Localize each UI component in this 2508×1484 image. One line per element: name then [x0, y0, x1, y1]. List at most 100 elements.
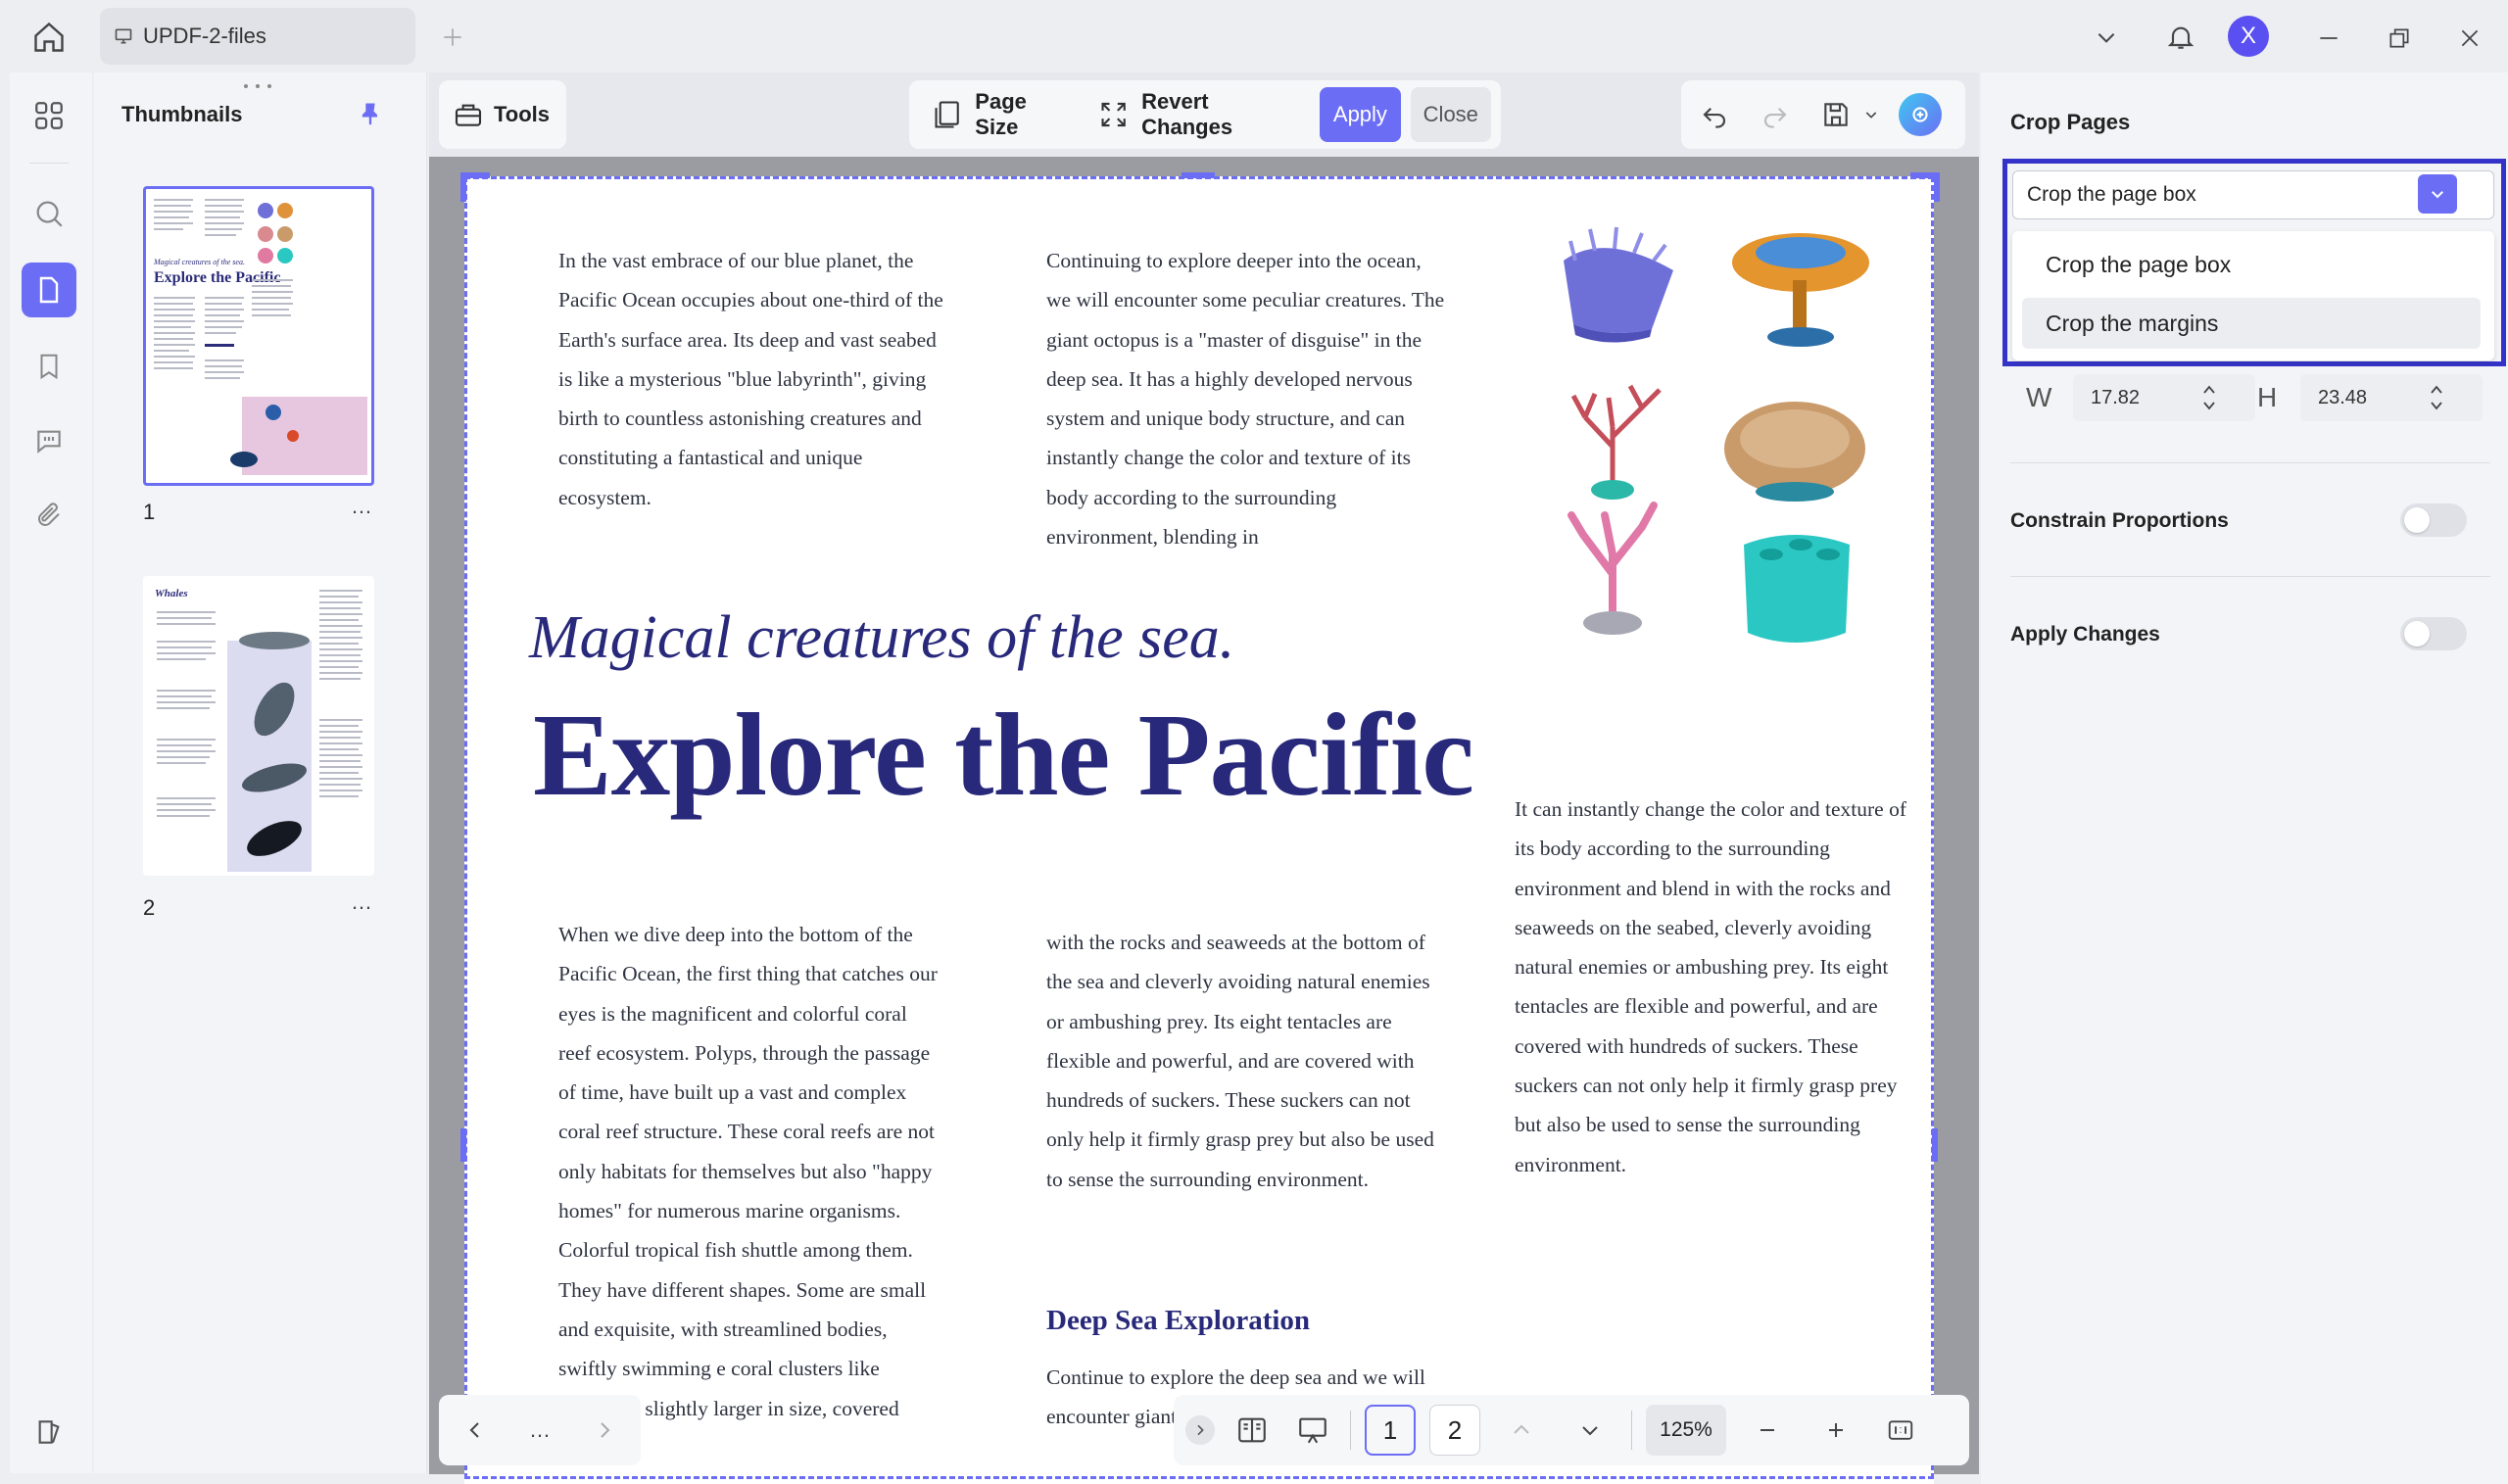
page-size-label: Page Size	[975, 89, 1027, 139]
undo-icon[interactable]	[1693, 93, 1736, 136]
zoom-level[interactable]: 125%	[1646, 1405, 1726, 1456]
page-1-button[interactable]: 1	[1365, 1405, 1416, 1456]
width-stepper-icon[interactable]	[2194, 378, 2224, 417]
close-button[interactable]: Close	[1410, 87, 1491, 142]
chevron-down-icon[interactable]	[2087, 18, 2126, 57]
minimize-icon[interactable]	[2308, 18, 2349, 59]
thumb-more-1[interactable]: …	[351, 494, 372, 519]
tools-button[interactable]: Tools	[439, 80, 566, 149]
reading-mode-icon[interactable]	[1229, 1407, 1276, 1454]
height-value: 23.48	[2318, 386, 2368, 408]
next-chevron-icon[interactable]	[585, 1411, 624, 1450]
panel-title: Crop Pages	[2010, 110, 2131, 134]
zoom-in-icon[interactable]	[1809, 1407, 1863, 1454]
height-label: H	[2257, 382, 2278, 412]
apply-label: Apply	[1332, 102, 1387, 126]
restore-icon[interactable]	[2379, 18, 2420, 59]
width-label: W	[2026, 382, 2052, 412]
view-controls-group: 1 2 125%	[1174, 1395, 1969, 1465]
thumb-1-content	[154, 199, 367, 475]
thumb-2-content	[157, 590, 362, 872]
apply-changes-toggle[interactable]	[2400, 617, 2467, 650]
page-organize-icon[interactable]	[22, 263, 76, 317]
home-icon[interactable]	[27, 16, 71, 59]
thumbnails-panel: Thumbnails Magical creatures of the sea.…	[94, 72, 427, 1473]
close-label: Close	[1423, 102, 1478, 126]
page-2-label: 2	[1447, 1414, 1463, 1445]
expand-icon	[1101, 102, 1126, 127]
title-bar: UPDF-2-files X	[0, 0, 2508, 72]
constrain-proportions-toggle[interactable]	[2400, 503, 2467, 537]
option-crop-margins[interactable]: Crop the margins	[2022, 298, 2481, 349]
prev-chevron-icon[interactable]	[456, 1411, 495, 1450]
crop-box[interactable]	[464, 176, 1934, 1479]
bookmark-icon[interactable]	[22, 339, 76, 394]
thumb-more-2[interactable]: …	[351, 889, 372, 915]
tab-label: UPDF-2-files	[143, 24, 266, 48]
grid-apps-icon[interactable]	[22, 88, 76, 143]
constrain-proportions-label: Constrain Proportions	[2010, 509, 2229, 532]
height-stepper-icon[interactable]	[2422, 378, 2451, 417]
thumb-page-number-2: 2	[143, 895, 156, 920]
divider	[1631, 1411, 1632, 1450]
option-label-1: Crop the page box	[2046, 251, 2232, 277]
collapse-arrow-icon[interactable]	[1185, 1415, 1215, 1445]
pin-icon[interactable]	[353, 96, 388, 131]
crop-mode-options: Crop the page box Crop the margins	[2012, 231, 2494, 360]
option-crop-page-box[interactable]: Crop the page box	[2022, 239, 2481, 290]
actual-size-icon[interactable]	[1877, 1407, 1924, 1454]
tools-label: Tools	[494, 102, 551, 126]
zoom-value: 125%	[1660, 1418, 1712, 1441]
divider	[2010, 576, 2490, 577]
comment-icon[interactable]	[22, 413, 76, 468]
page-1-label: 1	[1382, 1414, 1398, 1445]
crop-handle-top-mid[interactable]	[1182, 172, 1215, 178]
left-rail	[10, 72, 92, 1473]
presentation-icon[interactable]	[1289, 1407, 1336, 1454]
divider	[1350, 1411, 1351, 1450]
page-thumbnail-1[interactable]: Magical creatures of the sea. Explore th…	[143, 186, 374, 486]
search-icon[interactable]	[22, 186, 76, 241]
page-size-icon	[935, 101, 959, 128]
crop-handle-right-mid[interactable]	[1932, 1128, 1938, 1162]
revert-changes-button[interactable]: Revert Changes	[1085, 87, 1314, 142]
crop-handle-top-left[interactable]	[460, 172, 490, 202]
thumbnails-title: Thumbnails	[121, 102, 243, 126]
width-value: 17.82	[2091, 386, 2141, 408]
crop-handle-left-mid[interactable]	[460, 1128, 466, 1162]
apply-changes-label: Apply Changes	[2010, 623, 2160, 646]
page-2-button[interactable]: 2	[1429, 1405, 1480, 1456]
height-field[interactable]: 23.48	[2300, 374, 2483, 421]
revert-changes-label: Revert Changes	[1141, 89, 1233, 139]
page-thumbnail-2[interactable]: Whales	[143, 576, 374, 876]
crop-actions-group: Page Size Revert Changes Apply Close	[909, 80, 1501, 149]
attachment-icon[interactable]	[22, 488, 76, 543]
toolbox-icon	[455, 104, 482, 126]
page-size-button[interactable]: Page Size	[919, 87, 1085, 142]
thumb-page-number-1: 1	[143, 500, 156, 524]
save-icon[interactable]	[1814, 93, 1857, 136]
select-chevron-icon[interactable]	[2418, 174, 2457, 214]
close-window-icon[interactable]	[2449, 18, 2490, 59]
page-nav-group: …	[439, 1395, 641, 1465]
apply-button[interactable]: Apply	[1320, 87, 1401, 142]
resize-handle[interactable]	[243, 76, 272, 88]
redo-icon[interactable]	[1754, 93, 1797, 136]
bell-icon[interactable]	[2159, 16, 2202, 59]
page-down-chevron-icon[interactable]	[1563, 1407, 1617, 1454]
crop-handle-top-right[interactable]	[1910, 172, 1940, 202]
avatar[interactable]: X	[2228, 16, 2269, 57]
monitor-icon	[115, 28, 132, 44]
zoom-out-icon[interactable]	[1740, 1407, 1795, 1454]
page-up-chevron-icon[interactable]	[1494, 1407, 1549, 1454]
crop-pages-panel: Crop Pages Crop the page box Crop the pa…	[1981, 72, 2508, 1484]
more-button[interactable]: …	[529, 1417, 551, 1443]
theme-toggle-icon[interactable]	[22, 1405, 76, 1460]
history-group	[1681, 80, 1965, 149]
save-dropdown-chevron-icon[interactable]	[1861, 93, 1881, 136]
option-label-2: Crop the margins	[2046, 310, 2219, 336]
document-tab[interactable]: UPDF-2-files	[100, 8, 415, 65]
width-field[interactable]: 17.82	[2073, 374, 2255, 421]
new-tab-plus-icon[interactable]	[435, 20, 470, 55]
ai-assistant-icon[interactable]	[1899, 93, 1942, 136]
